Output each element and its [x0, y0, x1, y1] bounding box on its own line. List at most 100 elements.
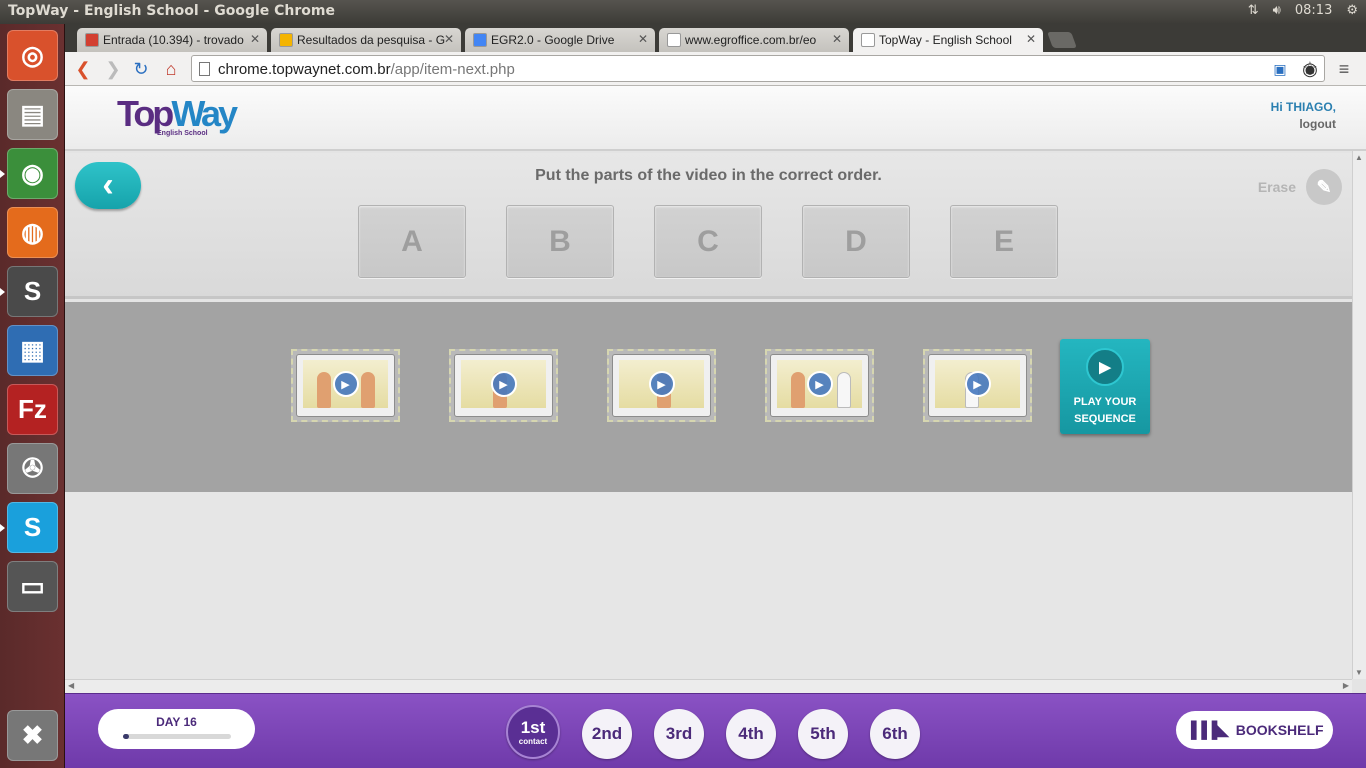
contact-3-button[interactable]: 3rd: [654, 709, 704, 759]
tab-bar: Entrada (10.394) - trovado ✕ Resultados da…: [65, 24, 1366, 52]
launcher-chrome-icon[interactable]: ◉: [7, 148, 58, 199]
reload-icon[interactable]: ↻: [129, 57, 153, 81]
scroll-left-icon[interactable]: ◀: [68, 681, 74, 690]
answer-slot[interactable]: B: [506, 205, 614, 278]
contact-1-button[interactable]: 1st contact: [506, 705, 560, 759]
system-indicators: ⇅ 🔊︎ 08:13 ⚙: [1248, 3, 1358, 18]
network-arrows-icon[interactable]: ⇅: [1248, 3, 1259, 18]
top-panel: TopWay - English School - Google Chrome …: [0, 0, 1366, 24]
clip-thumbnail: ▶: [777, 360, 862, 408]
drive-icon: [279, 33, 293, 47]
launcher-skype-icon[interactable]: S: [7, 502, 58, 553]
browser-tab[interactable]: Resultados da pesquisa - G ✕: [271, 28, 461, 52]
horizontal-scrollbar[interactable]: ◀ ▶: [65, 679, 1352, 693]
browser-tab[interactable]: Entrada (10.394) - trovado ✕: [77, 28, 267, 52]
erase-button[interactable]: Erase ✎: [1258, 169, 1342, 205]
answer-slot[interactable]: C: [654, 205, 762, 278]
day-progress-pill[interactable]: DAY 16: [98, 709, 255, 749]
clip-panel: ▶ ▶ ▶ ▶ ▶ ▶ PLAY YOUR SEQUENCE: [65, 302, 1352, 492]
logout-link[interactable]: logout: [1271, 116, 1336, 133]
browser-tab[interactable]: TopWay - English School ✕: [853, 28, 1043, 52]
day-label: DAY 16: [156, 715, 197, 729]
url-path: /app/item-next.php: [390, 61, 515, 78]
video-clip-3[interactable]: ▶: [607, 349, 716, 422]
tab-label: TopWay - English School: [879, 33, 1012, 47]
clip-frame: ▶: [770, 354, 869, 417]
launcher-ubuntu-dash-icon[interactable]: ◎: [7, 30, 58, 81]
launcher-system-settings-icon[interactable]: ✇: [7, 443, 58, 494]
new-tab-button[interactable]: [1047, 32, 1077, 48]
browser-tab[interactable]: EGR2.0 - Google Drive ✕: [465, 28, 655, 52]
play-icon[interactable]: ▶: [332, 371, 359, 397]
close-tab-icon[interactable]: ✕: [250, 32, 260, 46]
empty-content-area: [65, 492, 1352, 679]
logo-way-text: Way: [171, 93, 238, 134]
contact-sublabel: contact: [518, 737, 548, 746]
play-icon: ▶: [1086, 348, 1124, 386]
extension-icon[interactable]: ▣: [1268, 57, 1292, 81]
web-page: TopWay English School Hi THIAGO, logout …: [65, 86, 1366, 693]
launcher-files-icon[interactable]: ▤: [7, 89, 58, 140]
forward-arrow-icon[interactable]: ❯: [101, 57, 125, 81]
gmail-icon: [85, 33, 99, 47]
answer-slot[interactable]: E: [950, 205, 1058, 278]
clip-frame: ▶: [296, 354, 395, 417]
launcher-filezilla-icon[interactable]: Fz: [7, 384, 58, 435]
play-icon[interactable]: ▶: [490, 371, 517, 397]
logo-subtitle: English School: [157, 130, 208, 137]
window-title: TopWay - English School - Google Chrome: [8, 3, 336, 19]
contact-4-button[interactable]: 4th: [726, 709, 776, 759]
back-arrow-icon[interactable]: ❮: [71, 57, 95, 81]
close-tab-icon[interactable]: ✕: [444, 32, 454, 46]
answer-slot[interactable]: A: [358, 205, 466, 278]
launcher-trash-icon[interactable]: ✖: [7, 710, 58, 761]
gear-icon[interactable]: ⚙: [1346, 3, 1358, 18]
launcher-save-disk-icon[interactable]: ▭: [7, 561, 58, 612]
launcher-firefox-icon[interactable]: ◍: [7, 207, 58, 258]
contact-label: 4th: [738, 724, 764, 743]
scroll-down-icon[interactable]: ▼: [1355, 668, 1363, 677]
launcher-libreoffice-writer-icon[interactable]: ▦: [7, 325, 58, 376]
page-icon: [199, 62, 210, 76]
scroll-right-icon[interactable]: ▶: [1343, 681, 1349, 690]
clip-frame: ▶: [454, 354, 553, 417]
extension-camera-icon[interactable]: ◉: [1298, 57, 1322, 81]
address-bar[interactable]: chrome.topwaynet.com.br/app/item-next.ph…: [191, 55, 1325, 82]
clip-thumbnail: ▶: [619, 360, 704, 408]
play-sequence-label: PLAY YOUR SEQUENCE: [1073, 396, 1137, 425]
running-indicator: [0, 288, 5, 296]
video-clip-2[interactable]: ▶: [449, 349, 558, 422]
bookshelf-button[interactable]: ▐▐▐◣ BOOKSHELF: [1176, 711, 1333, 749]
speaker-icon[interactable]: 🔊︎: [1273, 3, 1281, 18]
vertical-scrollbar[interactable]: ▲ ▼: [1352, 151, 1366, 679]
contact-2-button[interactable]: 2nd: [582, 709, 632, 759]
contact-6-button[interactable]: 6th: [870, 709, 920, 759]
greeting-text: Hi THIAGO,: [1270, 100, 1336, 114]
cartoon-character: [791, 372, 805, 408]
topway-logo[interactable]: TopWay English School: [117, 96, 238, 138]
eraser-icon: ✎: [1306, 169, 1342, 205]
menu-icon[interactable]: ≡: [1332, 57, 1356, 81]
launcher-sublime-text-icon[interactable]: S: [7, 266, 58, 317]
home-icon[interactable]: ⌂: [159, 57, 183, 81]
video-clip-5[interactable]: ▶: [923, 349, 1032, 422]
clock[interactable]: 08:13: [1295, 3, 1332, 18]
clip-thumbnail: ▶: [935, 360, 1020, 408]
day-progress-track: [122, 734, 231, 739]
contact-5-button[interactable]: 5th: [798, 709, 848, 759]
clip-frame: ▶: [612, 354, 711, 417]
play-icon[interactable]: ▶: [806, 371, 833, 397]
play-sequence-button[interactable]: ▶ PLAY YOUR SEQUENCE: [1060, 339, 1150, 434]
answer-slot[interactable]: D: [802, 205, 910, 278]
browser-tab[interactable]: www.egroffice.com.br/eo ✕: [659, 28, 849, 52]
video-clip-1[interactable]: ▶: [291, 349, 400, 422]
play-icon[interactable]: ▶: [648, 371, 675, 397]
exercise-panel: ‹ Put the parts of the video in the corr…: [65, 153, 1352, 299]
video-clip-4[interactable]: ▶: [765, 349, 874, 422]
bookshelf-icon: ▐▐▐◣: [1185, 722, 1228, 739]
close-tab-icon[interactable]: ✕: [1026, 32, 1036, 46]
scroll-up-icon[interactable]: ▲: [1355, 153, 1363, 162]
close-tab-icon[interactable]: ✕: [832, 32, 842, 46]
play-icon[interactable]: ▶: [964, 371, 991, 397]
close-tab-icon[interactable]: ✕: [638, 32, 648, 46]
